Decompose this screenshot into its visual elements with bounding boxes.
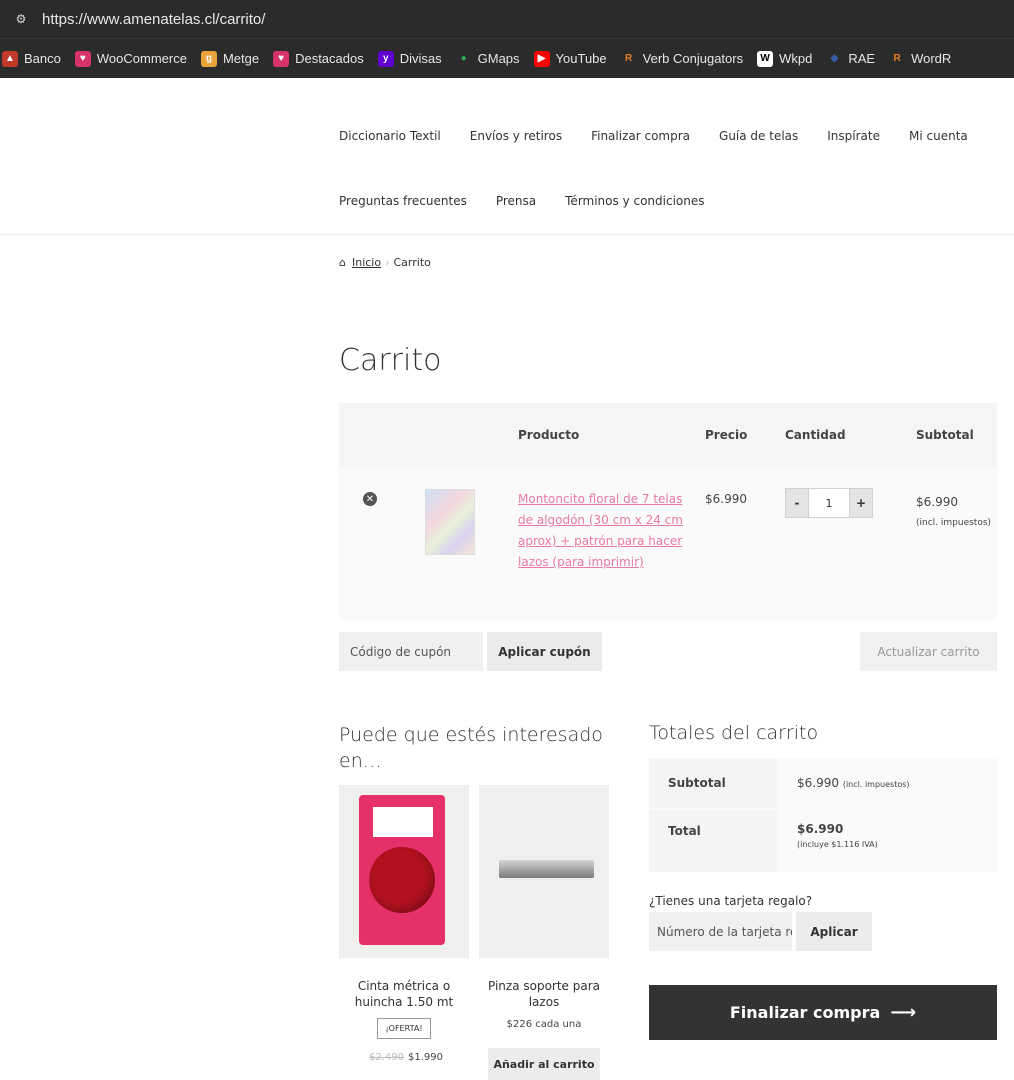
bookmark-wkpd[interactable]: W Wkpd bbox=[757, 50, 812, 67]
bookmark-youtube[interactable]: ▶ YouTube bbox=[533, 50, 607, 67]
heart-icon: ♥ bbox=[273, 50, 290, 67]
maps-pin-icon: ● bbox=[460, 53, 467, 64]
bookmark-woocommerce[interactable]: ♥ WooCommerce bbox=[74, 50, 187, 67]
header-product: Producto bbox=[518, 428, 580, 442]
nav-envios-retiros[interactable]: Envíos y retiros bbox=[470, 129, 562, 143]
update-cart-button[interactable]: Actualizar carrito bbox=[860, 632, 997, 671]
product-name-link[interactable]: Montoncito floral de 7 telas de algodón … bbox=[518, 489, 688, 573]
header-quantity: Cantidad bbox=[785, 428, 846, 442]
apply-coupon-button[interactable]: Aplicar cupón bbox=[487, 632, 602, 671]
heart-icon: ♥ bbox=[74, 50, 91, 67]
breadcrumb: ⌂ Inicio › Carrito bbox=[339, 256, 431, 269]
bookmark-divisas[interactable]: y Divisas bbox=[377, 50, 442, 67]
sale-price: $1.990 bbox=[408, 1052, 443, 1063]
package-label-area bbox=[373, 807, 433, 837]
primary-nav-row-1: Diccionario Textil Envíos y retiros Fina… bbox=[339, 129, 997, 143]
checkout-button-label: Finalizar compra bbox=[729, 1003, 881, 1022]
totals-total-label: Total bbox=[649, 810, 777, 872]
nav-mi-cuenta[interactable]: Mi cuenta bbox=[909, 129, 968, 143]
bookmark-banco[interactable]: ▲ Banco bbox=[2, 50, 61, 67]
tape-measure-shape bbox=[369, 847, 435, 913]
bookmark-gmaps[interactable]: ● GMaps bbox=[456, 51, 520, 67]
hair-clip-shape bbox=[499, 860, 594, 878]
youtube-icon: ▶ bbox=[533, 50, 550, 67]
totals-subtotal-value: $6.990 (incl. impuestos) bbox=[797, 776, 910, 790]
totals-total-amount: $6.990 bbox=[797, 822, 844, 836]
cross-sell-name-2[interactable]: Pinza soporte para lazos bbox=[479, 978, 609, 1010]
remove-item-icon[interactable]: ✕ bbox=[363, 492, 377, 506]
nav-diccionario-textil[interactable]: Diccionario Textil bbox=[339, 129, 441, 143]
gift-card-input[interactable]: Número de la tarjeta re bbox=[649, 912, 792, 951]
quantity-decrease-button[interactable]: - bbox=[785, 488, 809, 518]
add-to-cart-button[interactable]: Añadir al carrito bbox=[488, 1048, 600, 1080]
gift-card-apply-button[interactable]: Aplicar bbox=[796, 912, 872, 951]
nav-prensa[interactable]: Prensa bbox=[496, 194, 536, 208]
reverso-icon: R bbox=[893, 53, 901, 64]
gift-card-question: ¿Tienes una tarjeta regalo? bbox=[649, 894, 813, 908]
cart-totals-table: Subtotal $6.990 (incl. impuestos) Total … bbox=[649, 758, 997, 872]
header-price: Precio bbox=[705, 428, 748, 442]
nav-preguntas-frecuentes[interactable]: Preguntas frecuentes bbox=[339, 194, 467, 208]
page-title: Carrito bbox=[339, 343, 442, 378]
cart-item-row: ✕ Montoncito floral de 7 telas de algodó… bbox=[339, 467, 997, 620]
breadcrumb-home-link[interactable]: Inicio bbox=[352, 256, 381, 269]
totals-subtotal-label: Subtotal bbox=[649, 758, 777, 808]
product-image-hair-clip[interactable] bbox=[479, 785, 609, 958]
gencat-icon: g bbox=[200, 50, 217, 67]
tape-package-graphic bbox=[359, 795, 445, 945]
primary-nav-row-2: Preguntas frecuentes Prensa Términos y c… bbox=[339, 194, 734, 208]
browser-url-bar[interactable]: ⚙ https://www.amenatelas.cl/carrito/ bbox=[0, 0, 1014, 38]
bookmark-destacados[interactable]: ♥ Destacados bbox=[273, 50, 364, 67]
yahoo-icon: y bbox=[377, 50, 394, 67]
totals-tax-note: (incluye $1.116 IVA) bbox=[797, 840, 878, 849]
breadcrumb-current: Carrito bbox=[393, 256, 431, 269]
bookmark-wordr[interactable]: R WordR bbox=[889, 51, 951, 67]
arrow-right-icon: ⟶ bbox=[890, 1002, 917, 1023]
cart-totals-title: Totales del carrito bbox=[649, 722, 819, 744]
nav-guia-de-telas[interactable]: Guía de telas bbox=[719, 129, 798, 143]
bookmarks-bar: ▲ Banco ♥ WooCommerce g Metge ♥ Destacados y… bbox=[0, 38, 1014, 78]
nav-finalizar-compra[interactable]: Finalizar compra bbox=[591, 129, 690, 143]
totals-subtotal-amount: $6.990 bbox=[797, 776, 839, 790]
item-subtotal-value: $6.990 bbox=[916, 495, 958, 509]
header-subtotal: Subtotal bbox=[916, 428, 974, 442]
wikipedia-icon: W bbox=[757, 50, 774, 67]
item-subtotal-note: (incl. impuestos) bbox=[916, 518, 992, 528]
cross-sell-name-1[interactable]: Cinta métrica o huincha 1.50 mt bbox=[339, 978, 469, 1010]
breadcrumb-separator: › bbox=[385, 256, 390, 269]
nav-inspirate[interactable]: Inspírate bbox=[827, 129, 880, 143]
bookmark-rae[interactable]: ◆ RAE bbox=[826, 51, 875, 67]
product-price: $6.990 bbox=[705, 492, 747, 506]
product-image-measuring-tape[interactable] bbox=[339, 785, 469, 958]
reverso-icon: R bbox=[625, 53, 633, 64]
home-icon: ⌂ bbox=[339, 256, 346, 269]
bank-icon: ▲ bbox=[2, 50, 18, 67]
product-thumbnail[interactable] bbox=[425, 489, 475, 555]
site-settings-icon[interactable]: ⚙ bbox=[10, 8, 32, 30]
quantity-increase-button[interactable]: + bbox=[849, 488, 873, 518]
quantity-stepper: - 1 + bbox=[785, 488, 873, 518]
quantity-input[interactable]: 1 bbox=[809, 488, 849, 518]
rae-icon: ◆ bbox=[830, 53, 839, 64]
cart-table-header: Producto Precio Cantidad Subtotal bbox=[339, 403, 997, 467]
bookmark-verb-conjugators[interactable]: R Verb Conjugators bbox=[621, 51, 743, 67]
checkout-button[interactable]: Finalizar compra ⟶ bbox=[649, 985, 997, 1040]
url-text[interactable]: https://www.amenatelas.cl/carrito/ bbox=[42, 11, 265, 28]
item-subtotal: $6.990 (incl. impuestos) bbox=[916, 492, 991, 534]
unit-price: $226 cada una bbox=[506, 1019, 582, 1030]
cross-sells-title: Puede que estés interesado en… bbox=[339, 724, 603, 772]
bookmark-metge[interactable]: g Metge bbox=[200, 50, 259, 67]
nav-terminos[interactable]: Términos y condiciones bbox=[565, 194, 704, 208]
old-price: $2.490 bbox=[369, 1052, 404, 1063]
sale-badge: ¡OFERTA! bbox=[377, 1018, 431, 1039]
coupon-code-input[interactable]: Código de cupón bbox=[339, 632, 483, 671]
totals-total-value: $6.990 (incluye $1.116 IVA) bbox=[797, 822, 878, 849]
totals-subtotal-note: (incl. impuestos) bbox=[842, 780, 910, 789]
header-divider bbox=[0, 234, 1014, 235]
